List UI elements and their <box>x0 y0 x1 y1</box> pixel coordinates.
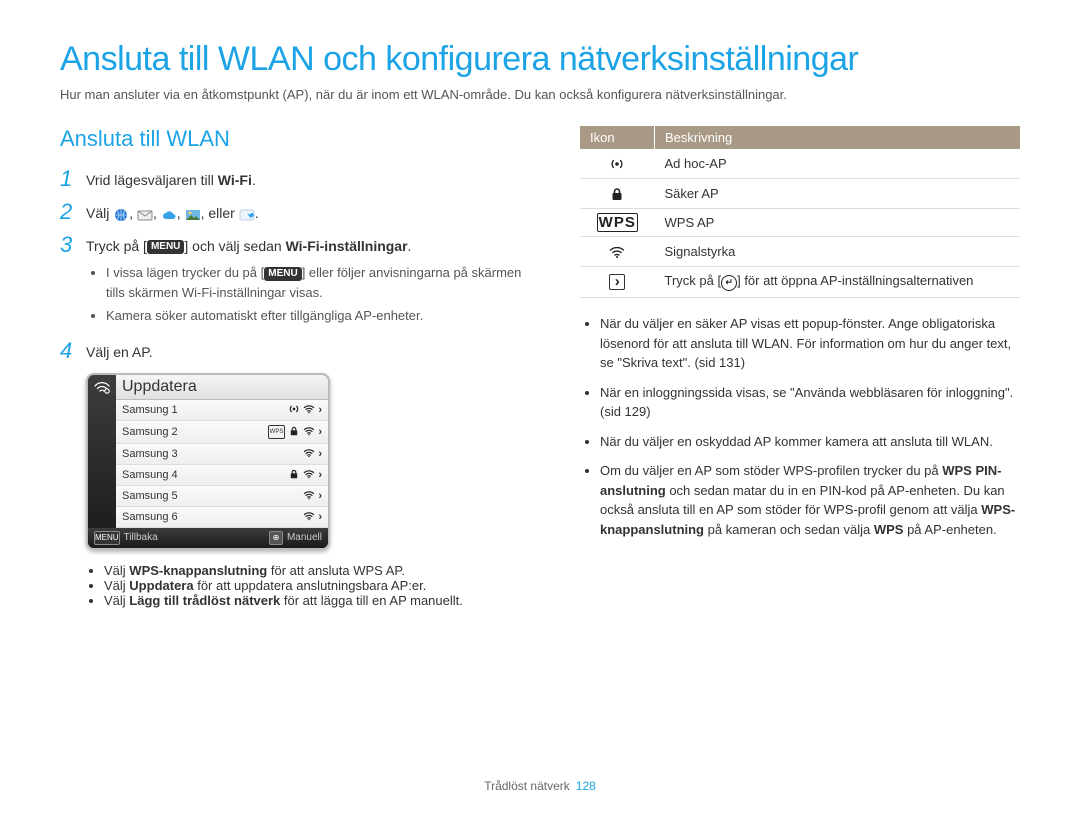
lock-icon <box>288 426 300 438</box>
step-number: 4 <box>60 340 86 363</box>
step-4: Välj en AP. <box>86 340 540 363</box>
manual-button[interactable]: ⊕ Manuell <box>208 528 328 548</box>
lock-icon <box>288 469 300 481</box>
left-bullet: Välj WPS-knappanslutning för att ansluta… <box>104 563 540 578</box>
table-row: WPS WPS AP <box>580 209 1020 237</box>
left-bullet: Välj Lägg till trådlöst nätverk för att … <box>104 593 540 608</box>
icon-table-header-desc: Beskrivning <box>655 126 1021 149</box>
left-bullet: Välj Uppdatera för att uppdatera anslutn… <box>104 578 540 593</box>
return-icon: ↵ <box>721 275 737 291</box>
wifi-icon <box>303 511 315 523</box>
globe-icon <box>113 207 129 221</box>
step-number: 3 <box>60 234 86 330</box>
bird-icon <box>239 207 255 221</box>
ap-row[interactable]: Samsung 2 WPS › <box>116 421 328 444</box>
wifi-icon <box>609 243 625 260</box>
wifi-settings-icon <box>93 382 111 399</box>
step-number: 1 <box>60 168 86 191</box>
ap-row[interactable]: Samsung 4 › <box>116 465 328 486</box>
icon-table-header-icon: Ikon <box>580 126 655 149</box>
lock-icon <box>610 185 624 202</box>
scene-icon <box>185 207 201 221</box>
ap-row[interactable]: Samsung 6 › <box>116 507 328 528</box>
right-bullet: När du väljer en oskyddad AP kommer kame… <box>600 432 1020 452</box>
refresh-row[interactable]: Uppdatera <box>116 375 328 400</box>
table-row: Signalstyrka <box>580 237 1020 267</box>
chevron-right-icon: › <box>318 404 322 416</box>
wifi-icon <box>303 426 315 438</box>
adhoc-icon <box>288 404 300 416</box>
arrow-right-icon: › <box>609 274 625 290</box>
ap-name: Samsung 2 <box>116 424 262 440</box>
ap-row[interactable]: Samsung 3 › <box>116 444 328 465</box>
back-button[interactable]: MENU Tillbaka <box>88 528 208 548</box>
step-2: Välj , , , , eller <box>86 201 540 224</box>
ap-row[interactable]: Samsung 5 › <box>116 486 328 507</box>
wps-icon: WPS <box>597 213 638 232</box>
wifi-icon <box>303 490 315 502</box>
step-3: Tryck på [MENU] och välj sedan Wi-Fi-ins… <box>86 234 540 330</box>
step-3-bullet: Kamera söker automatiskt efter tillgängl… <box>106 306 540 326</box>
right-bullet: När en inloggningssida visas, se "Använd… <box>600 383 1020 422</box>
wps-icon: WPS <box>268 425 286 439</box>
section-heading: Ansluta till WLAN <box>60 126 540 152</box>
ap-name: Samsung 4 <box>116 467 282 483</box>
wifi-icon <box>303 469 315 481</box>
step-1: Vrid lägesväljaren till Wi-Fi. <box>86 168 540 191</box>
ap-name: Samsung 5 <box>116 488 297 504</box>
wifi-icon <box>303 448 315 460</box>
right-bullet: Om du väljer en AP som stöder WPS-profil… <box>600 461 1020 539</box>
right-bullet: När du väljer en säker AP visas ett popu… <box>600 314 1020 373</box>
page-title: Ansluta till WLAN och konfigurera nätver… <box>60 40 1020 79</box>
icon-table: Ikon Beskrivning Ad hoc-AP <box>580 126 1020 298</box>
chevron-right-icon: › <box>318 469 322 481</box>
intro-text: Hur man ansluter via en åtkomstpunkt (AP… <box>60 87 1020 102</box>
table-row: Ad hoc-AP <box>580 149 1020 179</box>
page-footer: Trådlöst nätverk128 <box>0 779 1080 793</box>
mail-icon <box>137 207 153 221</box>
table-row: › Tryck på [↵] för att öppna AP-inställn… <box>580 267 1020 298</box>
table-row: Säker AP <box>580 179 1020 209</box>
chevron-right-icon: › <box>318 426 322 438</box>
ap-name: Samsung 3 <box>116 446 297 462</box>
menu-icon: MENU <box>264 267 301 281</box>
manual-icon: ⊕ <box>269 531 283 545</box>
chevron-right-icon: › <box>318 448 322 460</box>
step-3-bullet: I vissa lägen trycker du på [MENU] eller… <box>106 263 540 302</box>
adhoc-icon <box>609 155 625 172</box>
ap-name: Samsung 6 <box>116 509 297 525</box>
cloud-icon <box>161 207 177 221</box>
ap-list-widget: Uppdatera Samsung 1›Samsung 2WPS›Samsung… <box>86 373 330 550</box>
chevron-right-icon: › <box>318 490 322 502</box>
ap-row[interactable]: Samsung 1 › <box>116 400 328 421</box>
wifi-icon <box>303 404 315 416</box>
step-number: 2 <box>60 201 86 224</box>
chevron-right-icon: › <box>318 511 322 523</box>
menu-icon: MENU <box>147 240 184 254</box>
menu-icon: MENU <box>94 531 120 545</box>
ap-name: Samsung 1 <box>116 402 282 418</box>
